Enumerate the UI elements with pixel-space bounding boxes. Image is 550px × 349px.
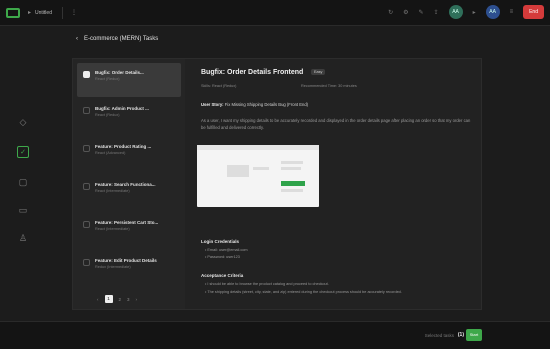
criteria-item: • I should be able to browse the product… bbox=[205, 282, 329, 286]
prev-page-button[interactable]: ‹ bbox=[97, 297, 99, 302]
description: As a user, I want my shipping details to… bbox=[201, 118, 471, 130]
chevron-left-icon[interactable]: ‹ bbox=[76, 36, 78, 42]
avatar[interactable]: AA bbox=[448, 5, 463, 19]
pagination: ‹ 1 2 3 › bbox=[97, 295, 137, 303]
tasks-panel: Bugfix: Order Details... React (Redux) B… bbox=[72, 58, 482, 310]
page-button[interactable]: 1 bbox=[104, 295, 113, 303]
task-detail: Bugfix: Order Details Frontend Easy Skil… bbox=[195, 59, 479, 309]
task-title: Feature: Search Functiona... bbox=[95, 182, 156, 187]
screenshot-block bbox=[253, 167, 269, 170]
bottom-bar: Selected tasks (1) Start bbox=[0, 321, 550, 349]
time-text: Recommended Time: 30 minutes bbox=[301, 84, 357, 88]
screenshot-header bbox=[197, 145, 319, 150]
story-text: Fix Missing Shipping Details Bug (Front … bbox=[224, 102, 309, 107]
top-bar: ▸ Untitled ⋮ ↻ ⚙ ✎ ⇪ AA ▸ AA ≡ End bbox=[0, 0, 550, 26]
screenshot-block bbox=[281, 161, 303, 164]
avatar[interactable]: AA bbox=[485, 5, 500, 19]
difficulty-badge: Easy bbox=[311, 69, 326, 75]
menu-icon[interactable]: ≡ bbox=[510, 9, 514, 15]
page-title: E-commerce (MERN) Tasks bbox=[84, 36, 159, 42]
settings-icon[interactable]: ⚙ bbox=[403, 9, 408, 16]
login-heading: Login Credentials bbox=[201, 239, 240, 244]
story-label: User Story: bbox=[201, 102, 224, 107]
checkbox[interactable] bbox=[83, 183, 90, 190]
share-icon[interactable]: ⇪ bbox=[434, 9, 439, 16]
selected-count: (1) bbox=[457, 332, 464, 338]
next-page-button[interactable]: › bbox=[136, 297, 138, 302]
task-list: Bugfix: Order Details... React (Redux) B… bbox=[73, 59, 185, 309]
user-story: User Story: Fix Missing Shipping Details… bbox=[201, 102, 308, 107]
folder-icon[interactable]: ▭ bbox=[17, 204, 29, 216]
task-subtitle: React (Intermediate) bbox=[95, 189, 130, 193]
arrow-icon[interactable]: ▸ bbox=[473, 9, 476, 16]
workspace-title[interactable]: Untitled bbox=[35, 10, 52, 16]
criteria-item: • The shipping details (street, city, st… bbox=[205, 290, 402, 294]
skills-text: Skills: React (Redux) bbox=[201, 84, 237, 88]
screenshot-block bbox=[281, 189, 303, 192]
task-title: Bugfix: Admin Product ... bbox=[95, 106, 149, 111]
screenshot-block bbox=[281, 167, 301, 170]
list-item[interactable]: Bugfix: Order Details... React (Redux) bbox=[77, 63, 181, 97]
checkbox[interactable] bbox=[83, 71, 90, 78]
screenshot-block bbox=[227, 165, 249, 177]
start-button[interactable]: Start bbox=[466, 329, 482, 341]
list-item[interactable]: Feature: Product Rating ... React (Advan… bbox=[77, 137, 181, 171]
edit-icon[interactable]: ✎ bbox=[419, 9, 424, 16]
task-title: Bugfix: Order Details... bbox=[95, 70, 144, 75]
user-icon[interactable]: ♙ bbox=[17, 232, 29, 244]
task-subtitle: React (Redux) bbox=[95, 113, 120, 117]
end-session-button[interactable]: End bbox=[523, 5, 544, 19]
task-subtitle: Redux (Intermediate) bbox=[95, 265, 131, 269]
forward-icon[interactable]: ▸ bbox=[28, 9, 31, 16]
task-title: Feature: Product Rating ... bbox=[95, 144, 152, 149]
task-subtitle: React (Advanced) bbox=[95, 151, 126, 155]
left-rail: ◇ ✓ ▢ ▭ ♙ bbox=[0, 26, 48, 321]
divider bbox=[61, 6, 63, 19]
checkbox[interactable] bbox=[83, 259, 90, 266]
app-logo-icon bbox=[6, 7, 20, 18]
list-item[interactable]: Feature: Search Functiona... React (Inte… bbox=[77, 175, 181, 209]
criteria-heading: Acceptance Criteria bbox=[201, 273, 244, 278]
selected-label: Selected tasks bbox=[424, 333, 454, 338]
more-icon[interactable]: ⋮ bbox=[71, 9, 77, 16]
checkbox[interactable] bbox=[83, 145, 90, 152]
list-item[interactable]: Feature: Edit Product Details Redux (Int… bbox=[77, 251, 181, 285]
diamond-icon[interactable]: ◇ bbox=[17, 116, 29, 128]
task-subtitle: React (Redux) bbox=[95, 77, 120, 81]
task-title: Feature: Edit Product Details bbox=[95, 258, 157, 263]
document-icon[interactable]: ▢ bbox=[17, 176, 29, 188]
page-button[interactable]: 2 bbox=[119, 297, 122, 302]
screenshot-image bbox=[197, 145, 319, 207]
list-item[interactable]: Feature: Persistent Cart Sto... React (I… bbox=[77, 213, 181, 247]
checkbox[interactable] bbox=[83, 107, 90, 114]
page-header: ‹ E-commerce (MERN) Tasks bbox=[76, 36, 158, 42]
login-item: • Password: user123 bbox=[205, 255, 240, 259]
login-item: • Email: user@email.com bbox=[205, 248, 248, 252]
page-button[interactable]: 3 bbox=[127, 297, 130, 302]
tasks-icon[interactable]: ✓ bbox=[17, 146, 29, 158]
screenshot-button bbox=[281, 181, 305, 186]
task-subtitle: React (Intermediate) bbox=[95, 227, 130, 231]
detail-title: Bugfix: Order Details Frontend bbox=[201, 69, 304, 76]
checkbox[interactable] bbox=[83, 221, 90, 228]
list-item[interactable]: Bugfix: Admin Product ... React (Redux) bbox=[77, 99, 181, 133]
sync-icon[interactable]: ↻ bbox=[388, 9, 393, 16]
task-title: Feature: Persistent Cart Sto... bbox=[95, 220, 159, 225]
